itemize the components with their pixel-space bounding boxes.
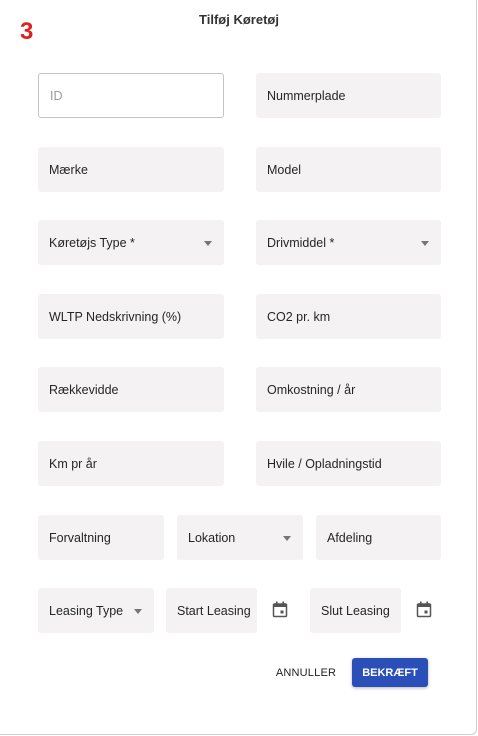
model-label: Model [267, 162, 302, 177]
nummerplade-field[interactable]: Nummerplade [256, 73, 441, 118]
afdeling-label: Afdeling [327, 530, 373, 545]
co2-label: CO2 pr. km [267, 309, 331, 324]
lokation-select[interactable]: Lokation [177, 515, 303, 560]
start-leasing-label: Start Leasing [177, 603, 251, 618]
model-field[interactable]: Model [256, 147, 441, 192]
koretojs-type-select[interactable]: Køretøjs Type * [38, 220, 224, 265]
id-field-placeholder: ID [50, 88, 63, 103]
omkostning-label: Omkostning / år [267, 382, 356, 397]
koretojs-type-label: Køretøjs Type * [49, 235, 135, 250]
raekkevidde-field[interactable]: Rækkevidde [38, 367, 224, 412]
slut-leasing-field[interactable]: Slut Leasing [310, 588, 401, 633]
calendar-icon[interactable] [272, 601, 288, 618]
chevron-down-icon [134, 608, 142, 614]
id-field[interactable]: ID [38, 73, 224, 118]
slut-leasing-label: Slut Leasing [321, 603, 390, 618]
co2-field[interactable]: CO2 pr. km [256, 294, 441, 339]
omkostning-field[interactable]: Omkostning / år [256, 367, 441, 412]
hvile-label: Hvile / Opladningstid [267, 456, 382, 471]
forvaltning-label: Forvaltning [49, 530, 111, 545]
wltp-field[interactable]: WLTP Nedskrivning (%) [38, 294, 224, 339]
add-vehicle-dialog: 3 Tilføj Køretøj ID Nummerplade Mærke Mo… [0, 0, 477, 735]
chevron-down-icon [204, 240, 212, 246]
start-leasing-field[interactable]: Start Leasing [166, 588, 257, 633]
drivmiddel-select[interactable]: Drivmiddel * [256, 220, 441, 265]
lokation-label: Lokation [188, 530, 236, 545]
drivmiddel-label: Drivmiddel * [267, 235, 335, 250]
dialog-title: Tilføj Køretøj [199, 12, 279, 27]
forvaltning-field[interactable]: Forvaltning [38, 515, 164, 560]
maerke-label: Mærke [49, 162, 88, 177]
chevron-down-icon [283, 535, 291, 541]
leasing-type-select[interactable]: Leasing Type [38, 588, 154, 633]
km-pr-aar-field[interactable]: Km pr år [38, 441, 224, 486]
nummerplade-label: Nummerplade [267, 88, 346, 103]
confirm-button[interactable]: BEKRÆFT [352, 658, 428, 687]
chevron-down-icon [421, 240, 429, 246]
afdeling-field[interactable]: Afdeling [316, 515, 441, 560]
cancel-button[interactable]: ANNULLER [270, 660, 342, 686]
calendar-icon[interactable] [416, 601, 432, 618]
raekkevidde-label: Rækkevidde [49, 382, 119, 397]
hvile-field[interactable]: Hvile / Opladningstid [256, 441, 441, 486]
leasing-type-label: Leasing Type [49, 603, 124, 618]
maerke-field[interactable]: Mærke [38, 147, 224, 192]
wltp-label: WLTP Nedskrivning (%) [49, 309, 182, 324]
km-pr-aar-label: Km pr år [49, 456, 97, 471]
